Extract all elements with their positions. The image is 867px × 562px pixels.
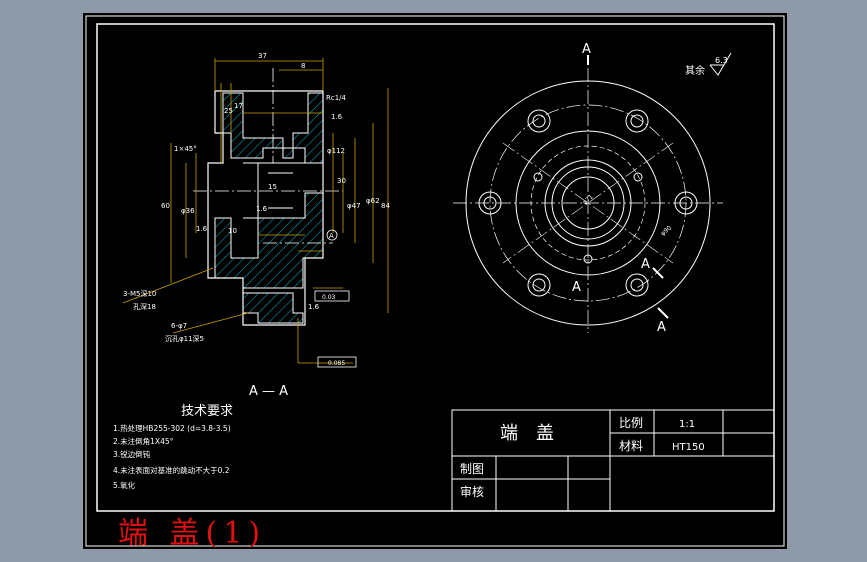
tech-req-item: 3.锐边倒钝 xyxy=(113,449,151,459)
section-label: A — A xyxy=(249,384,288,399)
part-name: 端 盖 xyxy=(500,423,554,444)
tech-req-title: 技术要求 xyxy=(181,404,233,419)
drawing-canvas: 37 8 17 25 Rc1/4 1.6 1×45° φ112 60 φ36 3… xyxy=(83,13,787,549)
section-hatch-lower xyxy=(214,192,324,289)
tech-req-item: 2.未注倒角1X45° xyxy=(113,436,174,446)
dim-84: 84 xyxy=(381,202,390,210)
tech-req-item: 4.未注表面对基准的跳动不大于0.2 xyxy=(113,465,230,475)
scale-label: 比例 xyxy=(619,416,643,430)
view-label-bottom: A xyxy=(657,320,666,335)
dim-15: 15 xyxy=(268,183,277,191)
dim-rough-16b: 1.6 xyxy=(256,205,268,213)
roughness-other-value: 6.3 xyxy=(715,56,728,65)
view-label-right1: A xyxy=(641,257,650,272)
tolerance-value-1: 0.03 xyxy=(322,294,336,301)
dim-holes-phi7b: 沉孔φ11深5 xyxy=(165,334,204,343)
dim-thread: Rc1/4 xyxy=(326,94,347,102)
datum-a-label: A xyxy=(329,232,334,240)
thread-hole xyxy=(533,172,543,182)
tolerance-value-2: 0.085 xyxy=(328,360,345,367)
tech-req-item: 1.热处理HB255-302 (d=3.8-3.5) xyxy=(113,423,231,433)
dim-rough-16a: 1.6 xyxy=(331,113,343,121)
material-value: HT150 xyxy=(672,442,705,453)
dim-30: 30 xyxy=(337,177,346,185)
dim-60: 60 xyxy=(161,202,170,210)
view-dim-phi71: φ71 xyxy=(581,193,595,206)
thread-hole xyxy=(633,172,643,182)
dim-holes-phi7: 6-φ7 xyxy=(171,322,187,330)
front-view xyxy=(453,55,723,333)
dim-phi47: φ47 xyxy=(347,202,361,210)
dim-phi36: φ36 xyxy=(181,207,195,215)
dim-rough-16c: 1.6 xyxy=(196,225,208,233)
dim-holes-m5: 3-M5深10 xyxy=(123,289,156,298)
dim-chamfer: 1×45° xyxy=(174,145,197,153)
inner-border xyxy=(96,23,775,512)
view-label-top: A xyxy=(582,42,591,57)
dim-phi112: φ112 xyxy=(327,147,345,155)
scale-value: 1:1 xyxy=(679,419,695,430)
dim-37: 37 xyxy=(258,52,267,60)
dim-10: 10 xyxy=(228,227,237,235)
drawn-label: 制图 xyxy=(460,462,484,476)
tech-req-item: 5.氧化 xyxy=(113,480,136,490)
drawing-caption: 端 盖(1) xyxy=(118,516,267,551)
section-view: 37 8 17 25 Rc1/4 1.6 1×45° φ112 60 φ36 3… xyxy=(122,52,390,368)
dim-phi62: φ62 xyxy=(366,197,380,205)
material-label: 材料 xyxy=(619,439,643,453)
dim-25: 25 xyxy=(224,107,233,115)
roughness-other-label: 其余 xyxy=(685,64,705,77)
dim-8: 8 xyxy=(301,62,305,70)
dim-holes-m5b: 孔深18 xyxy=(133,302,156,311)
view-dim-phi90: φ90 xyxy=(660,224,674,237)
checked-label: 审核 xyxy=(460,484,484,499)
section-hatch-flange xyxy=(242,292,304,324)
view-label-right2: A xyxy=(572,280,581,295)
dim-17: 17 xyxy=(234,102,243,110)
cad-drawing: 37 8 17 25 Rc1/4 1.6 1×45° φ112 60 φ36 3… xyxy=(85,15,785,547)
dim-rough-16d: 1.6 xyxy=(308,303,320,311)
